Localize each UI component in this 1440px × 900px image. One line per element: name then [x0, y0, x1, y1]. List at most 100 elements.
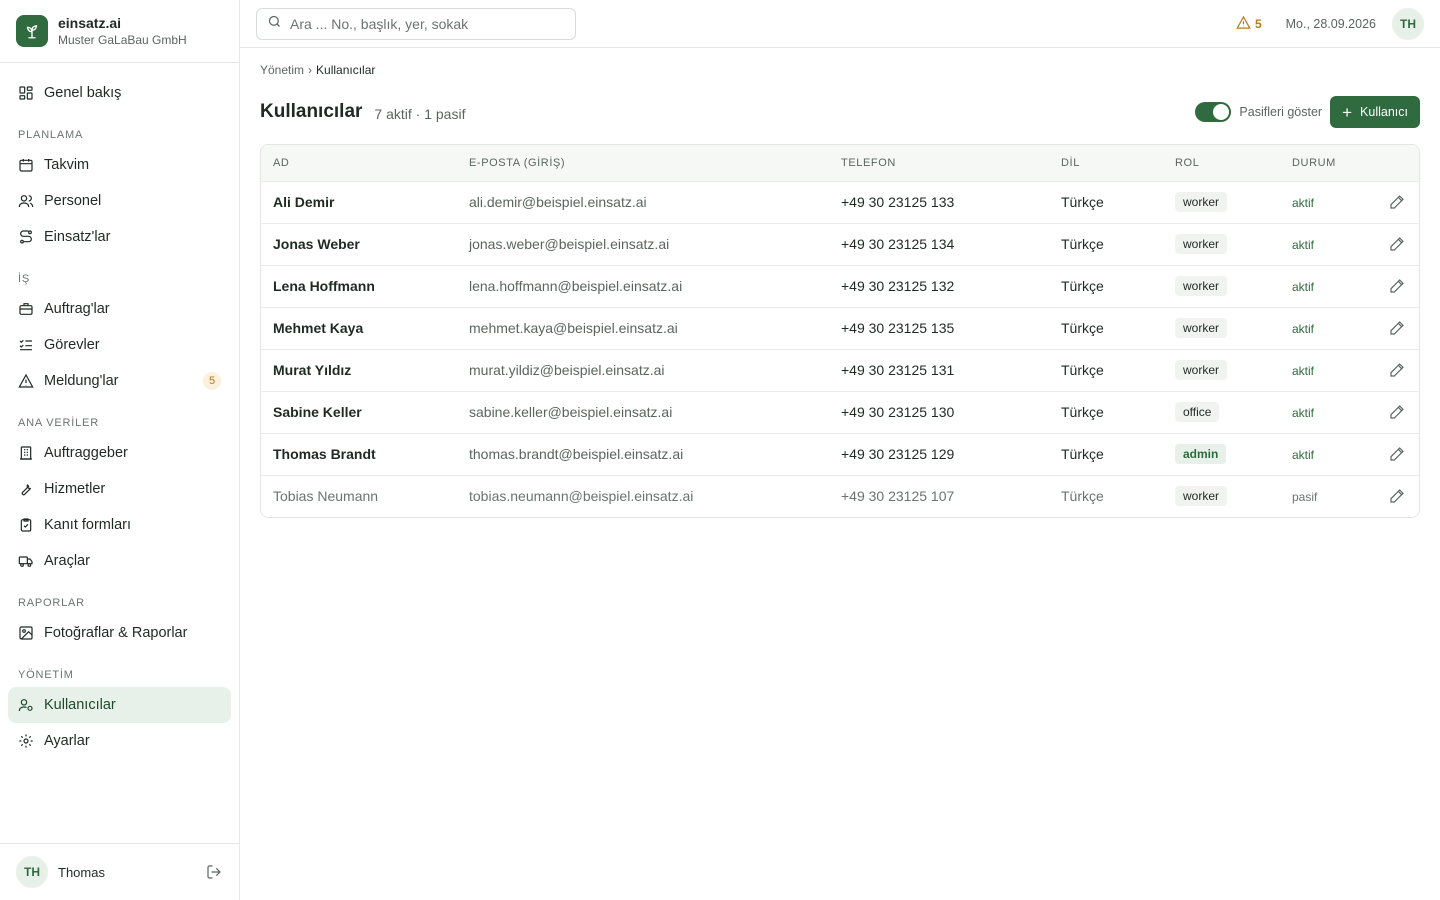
user-status-cell: aktif — [1280, 181, 1369, 223]
user-phone-cell: +49 30 23125 107 — [841, 488, 955, 505]
sidebar-item-kullanicilar[interactable]: Kullanıcılar — [8, 687, 231, 723]
pencil-icon[interactable] — [1387, 234, 1407, 254]
sidebar-item-takvim[interactable]: Takvim — [8, 147, 231, 183]
sidebar-item-label: Takvim — [44, 157, 90, 173]
sidebar-item-label: Personel — [44, 193, 102, 209]
briefcase-icon — [18, 301, 34, 317]
sidebar-item-label: Araçlar — [44, 553, 90, 569]
search-box[interactable] — [256, 7, 576, 40]
pencil-icon[interactable] — [1387, 360, 1407, 380]
user-email-cell: jonas.weber@beispiel.einsatz.ai — [469, 236, 670, 252]
avatar[interactable]: TH — [16, 856, 48, 888]
sidebar-footer: TH Thomas — [0, 843, 239, 900]
nav-section-is: İŞ — [18, 273, 30, 285]
table-row[interactable]: Tobias Neumann tobias.neumann@beispiel.e… — [261, 475, 1419, 517]
user-phone-cell: +49 30 23125 131 — [841, 362, 955, 378]
table-row[interactable]: Murat Yıldız murat.yildiz@beispiel.einsa… — [261, 349, 1419, 391]
user-role-cell: worker — [1163, 475, 1280, 517]
column-header-phone[interactable]: TELEFON — [829, 145, 1049, 181]
status-badge: pasif — [1292, 490, 1318, 505]
pencil-icon[interactable] — [1387, 444, 1407, 464]
sidebar-item-label: Meldung'lar — [44, 373, 119, 389]
pencil-icon[interactable] — [1387, 192, 1407, 212]
user-status-cell: aktif — [1280, 307, 1369, 349]
row-actions — [1369, 223, 1419, 265]
table-row[interactable]: Mehmet Kaya mehmet.kaya@beispiel.einsatz… — [261, 307, 1419, 349]
sidebar-item-ayarlar[interactable]: Ayarlar — [8, 723, 231, 759]
user-lang-cell: Türkçe — [1061, 194, 1104, 210]
sidebar-item-overview[interactable]: Genel bakış — [8, 75, 231, 111]
brand: einsatz.ai Muster GaLaBau GmbH — [0, 0, 239, 63]
role-badge: admin — [1175, 444, 1227, 464]
add-user-label: Kullanıcı — [1360, 105, 1408, 119]
user-phone-cell: +49 30 23125 129 — [841, 446, 955, 462]
user-email-cell: mehmet.kaya@beispiel.einsatz.ai — [469, 320, 678, 336]
user-email-cell: lena.hoffmann@beispiel.einsatz.ai — [469, 278, 683, 294]
pencil-icon[interactable] — [1387, 402, 1407, 422]
header-actions: Pasifleri göster + Kullanıcı — [1195, 96, 1420, 128]
user-name: Thomas — [58, 864, 105, 880]
topbar-right: 5 Mo., 28.09.2026 TH — [1236, 7, 1424, 40]
sidebar-item-meldunglar[interactable]: Meldung'lar 5 — [8, 363, 231, 399]
status-badge: aktif — [1292, 406, 1315, 420]
sidebar-item-kanit[interactable]: Kanıt formları — [8, 507, 231, 543]
sidebar-item-fotograflar[interactable]: Fotoğraflar & Raporlar — [8, 615, 231, 651]
row-actions — [1369, 433, 1419, 475]
user-lang-cell: Türkçe — [1061, 236, 1104, 252]
add-user-button[interactable]: + Kullanıcı — [1330, 96, 1420, 128]
table-row[interactable]: Sabine Keller sabine.keller@beispiel.ein… — [261, 391, 1419, 433]
user-status-cell: aktif — [1280, 349, 1369, 391]
meldung-count-badge: 5 — [203, 372, 221, 390]
warning-icon — [18, 373, 34, 389]
sidebar-item-personel[interactable]: Personel — [8, 183, 231, 219]
status-badge: aktif — [1292, 238, 1315, 252]
pencil-icon[interactable] — [1387, 318, 1407, 338]
table-row[interactable]: Thomas Brandt thomas.brandt@beispiel.ein… — [261, 433, 1419, 475]
row-actions — [1369, 181, 1419, 223]
user-email-cell: murat.yildiz@beispiel.einsatz.ai — [469, 362, 665, 378]
sidebar-item-gorevler[interactable]: Görevler — [8, 327, 231, 363]
user-status-cell: aktif — [1280, 223, 1369, 265]
column-header-role[interactable]: ROL — [1163, 145, 1280, 181]
pencil-icon[interactable] — [1387, 486, 1407, 506]
role-badge: worker — [1175, 360, 1228, 380]
column-header-lang[interactable]: DİL — [1049, 145, 1163, 181]
logout-icon[interactable] — [205, 863, 223, 881]
column-header-email[interactable]: E-POSTA (GİRİŞ) — [457, 145, 829, 181]
user-email-cell: thomas.brandt@beispiel.einsatz.ai — [469, 446, 684, 462]
column-header-name[interactable]: AD — [261, 145, 457, 181]
user-phone-cell: +49 30 23125 130 — [841, 404, 955, 420]
column-header-actions — [1369, 145, 1419, 181]
sidebar-item-auftraglar[interactable]: Auftrag'lar — [8, 291, 231, 327]
sidebar-item-auftraggeber[interactable]: Auftraggeber — [8, 435, 231, 471]
user-name-cell: Tobias Neumann — [273, 488, 379, 505]
user-name-cell: Thomas Brandt — [273, 446, 376, 462]
building-icon — [18, 445, 34, 461]
search-input[interactable] — [290, 15, 560, 32]
user-lang-cell: Türkçe — [1061, 446, 1104, 462]
pencil-icon[interactable] — [1387, 276, 1407, 296]
alert-indicator[interactable]: 5 — [1236, 15, 1262, 33]
status-badge: aktif — [1292, 196, 1315, 210]
calendar-icon — [18, 157, 34, 173]
users-icon — [18, 193, 34, 209]
user-count-summary: 7 aktif · 1 pasif — [374, 105, 466, 122]
table-row[interactable]: Lena Hoffmann lena.hoffmann@beispiel.ein… — [261, 265, 1419, 307]
warning-triangle-icon — [1236, 15, 1255, 33]
breadcrumb-parent[interactable]: Yönetim — [260, 63, 304, 77]
sidebar: einsatz.ai Muster GaLaBau GmbH Genel bak… — [0, 0, 240, 900]
sidebar-item-einsatzlar[interactable]: Einsatz'lar — [8, 219, 231, 255]
breadcrumb-separator: › — [308, 63, 313, 77]
show-inactive-toggle[interactable] — [1195, 102, 1232, 122]
table-row[interactable]: Ali Demir ali.demir@beispiel.einsatz.ai … — [261, 181, 1419, 223]
table-row[interactable]: Jonas Weber jonas.weber@beispiel.einsatz… — [261, 223, 1419, 265]
sidebar-item-hizmetler[interactable]: Hizmetler — [8, 471, 231, 507]
clipboard-check-icon — [18, 517, 34, 533]
user-phone-cell: +49 30 23125 132 — [841, 278, 955, 294]
sidebar-item-araclar[interactable]: Araçlar — [8, 543, 231, 579]
user-lang-cell: Türkçe — [1061, 488, 1104, 505]
gear-icon — [18, 733, 34, 749]
image-icon — [18, 625, 34, 641]
column-header-status[interactable]: DURUM — [1280, 145, 1369, 181]
avatar[interactable]: TH — [1392, 7, 1424, 40]
